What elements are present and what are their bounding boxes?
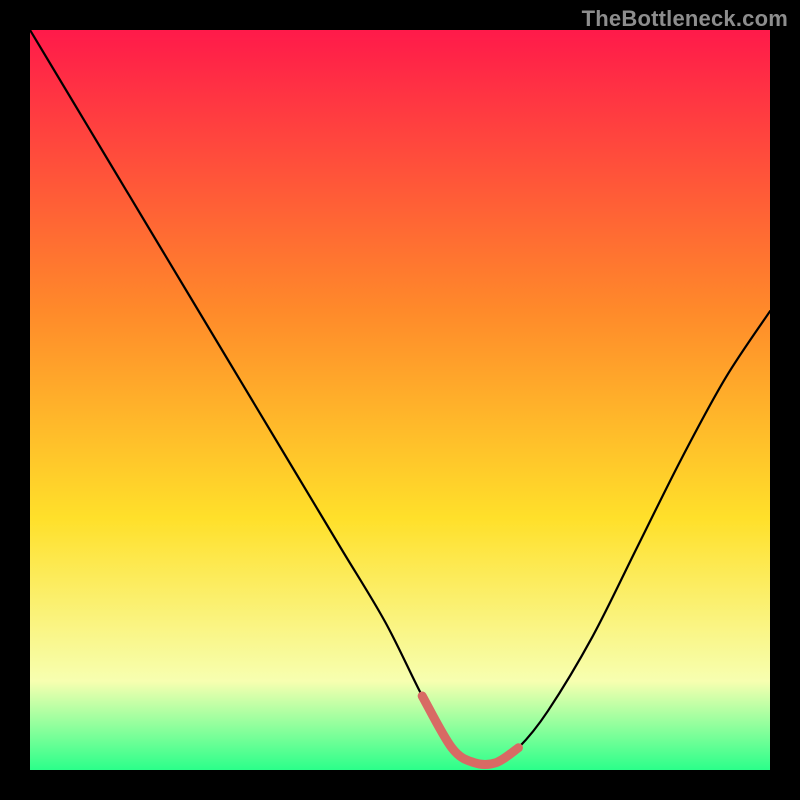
chart-frame: TheBottleneck.com [0, 0, 800, 800]
chart-background [30, 30, 770, 770]
watermark-text: TheBottleneck.com [582, 6, 788, 32]
bottleneck-chart [30, 30, 770, 770]
